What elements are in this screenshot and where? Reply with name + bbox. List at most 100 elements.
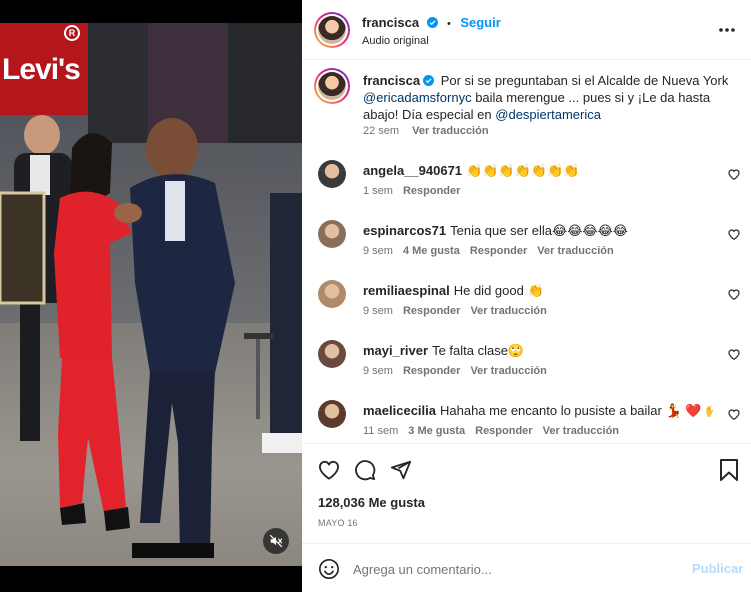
like-button[interactable] bbox=[316, 457, 342, 483]
comment-username[interactable]: angela__940671 bbox=[363, 163, 462, 178]
author-info: francisca • Seguir Audio original bbox=[362, 14, 501, 47]
reply-button[interactable]: Responder bbox=[403, 365, 460, 377]
reply-button[interactable]: Responder bbox=[403, 305, 460, 317]
comment-time[interactable]: 9 sem bbox=[363, 365, 393, 377]
comment-username[interactable]: maelicecilia bbox=[363, 403, 436, 418]
comment-username[interactable]: espinarcos71 bbox=[363, 223, 446, 238]
comment-like-button[interactable] bbox=[726, 166, 742, 182]
share-icon bbox=[390, 460, 412, 480]
heart-icon bbox=[728, 348, 740, 360]
comment-text: angela__940671 👏👏👏👏👏👏👏 bbox=[363, 162, 713, 179]
publish-button[interactable]: Publicar bbox=[692, 561, 743, 576]
commenter-avatar[interactable] bbox=[318, 280, 346, 308]
comment-like-button[interactable] bbox=[726, 346, 742, 362]
commenter-avatar[interactable] bbox=[318, 400, 346, 428]
comment-row: angela__940671 👏👏👏👏👏👏👏 1 sem Responder bbox=[302, 158, 751, 214]
comments-list[interactable]: francisca Por si se preguntaban si el Al… bbox=[302, 60, 751, 443]
sign-mark: R bbox=[64, 25, 80, 41]
comment-username[interactable]: remiliaespinal bbox=[363, 283, 450, 298]
comment-icon bbox=[355, 460, 376, 481]
video-player[interactable]: Levi's R bbox=[0, 23, 302, 566]
post-actions: 128,036 Me gusta MAYO 16 bbox=[302, 443, 751, 543]
comment-text: mayi_river Te falta clase🙄 bbox=[363, 342, 713, 359]
caption: francisca Por si se preguntaban si el Al… bbox=[302, 60, 751, 150]
more-options-icon bbox=[719, 28, 735, 32]
sign-text: Levi's bbox=[2, 53, 81, 86]
commenter-avatar[interactable] bbox=[318, 160, 346, 188]
comment-time[interactable]: 11 sem bbox=[363, 425, 398, 437]
verified-badge-icon bbox=[423, 75, 435, 86]
comment-meta: 1 sem Responder bbox=[363, 185, 470, 197]
post-date[interactable]: MAYO 16 bbox=[318, 518, 358, 528]
comment-like-button[interactable] bbox=[726, 406, 742, 422]
save-button[interactable] bbox=[716, 457, 742, 483]
mute-button[interactable] bbox=[263, 528, 289, 554]
heart-icon bbox=[728, 228, 740, 240]
caption-translate-link[interactable]: Ver traducción bbox=[412, 125, 488, 137]
heart-icon bbox=[728, 168, 740, 180]
reply-button[interactable]: Responder bbox=[403, 185, 460, 197]
comment-time[interactable]: 9 sem bbox=[363, 305, 393, 317]
likes-count[interactable]: 128,036 Me gusta bbox=[318, 495, 425, 510]
comment-row: espinarcos71 Tenia que ser ella😂😂😂😂😂 9 sem… bbox=[302, 218, 751, 274]
comment-likes[interactable]: 3 Me gusta bbox=[408, 425, 465, 437]
levis-sign: Levi's R bbox=[0, 23, 88, 115]
comment-text: remiliaespinal He did good 👏 bbox=[363, 282, 713, 299]
comment-composer: Publicar bbox=[302, 543, 751, 592]
comment-text: espinarcos71 Tenia que ser ella😂😂😂😂😂 bbox=[363, 222, 713, 239]
caption-author[interactable]: francisca bbox=[363, 73, 420, 88]
comment-time[interactable]: 1 sem bbox=[363, 185, 393, 197]
translate-link[interactable]: Ver traducción bbox=[543, 425, 619, 437]
comment-meta: 11 sem 3 Me gusta Responder Ver traducción bbox=[363, 425, 629, 437]
comment-likes[interactable]: 4 Me gusta bbox=[403, 245, 460, 257]
audio-label[interactable]: Audio original bbox=[362, 35, 501, 47]
comment-like-button[interactable] bbox=[726, 286, 742, 302]
comment-body: He did good 👏 bbox=[453, 283, 544, 298]
heart-icon bbox=[728, 408, 740, 420]
emoji-button[interactable] bbox=[317, 557, 341, 581]
emoji-icon bbox=[319, 559, 339, 579]
comment-meta: 9 sem Responder Ver traducción bbox=[363, 305, 557, 317]
caption-line-2: baila merengue ... pues si y ¡Le da hast… bbox=[471, 90, 711, 105]
comment-body: Tenia que ser ella😂😂😂😂😂 bbox=[450, 223, 628, 238]
comment-body: Te falta clase🙄 bbox=[432, 343, 525, 358]
comment-username[interactable]: mayi_river bbox=[363, 343, 428, 358]
comment-time[interactable]: 9 sem bbox=[363, 245, 393, 257]
caption-line-3: abajo! Día especial en bbox=[363, 107, 496, 122]
post-header: francisca • Seguir Audio original bbox=[302, 0, 751, 60]
comment-meta: 9 sem Responder Ver traducción bbox=[363, 365, 557, 377]
commenter-avatar[interactable] bbox=[318, 340, 346, 368]
author-avatar[interactable] bbox=[314, 12, 350, 48]
caption-avatar[interactable] bbox=[314, 68, 350, 104]
commenter-avatar[interactable] bbox=[318, 220, 346, 248]
comment-like-button[interactable] bbox=[726, 226, 742, 242]
more-options-button[interactable] bbox=[716, 20, 738, 40]
caption-text: francisca Por si se preguntaban si el Al… bbox=[363, 72, 743, 123]
translate-link[interactable]: Ver traducción bbox=[537, 245, 613, 257]
share-button[interactable] bbox=[388, 457, 414, 483]
comment-body: 👏👏👏👏👏👏👏 bbox=[466, 163, 580, 178]
caption-time[interactable]: 22 sem bbox=[363, 125, 399, 137]
dancing-couple-illustration bbox=[0, 115, 302, 558]
post-details-panel: francisca • Seguir Audio original franci… bbox=[302, 0, 751, 592]
comment-input[interactable] bbox=[353, 558, 673, 580]
comment-text: maelicecilia Hahaha me encanto lo pusiste… bbox=[363, 402, 713, 419]
heart-icon bbox=[728, 288, 740, 300]
comment-row: mayi_river Te falta clase🙄 9 sem Responder V… bbox=[302, 338, 751, 394]
author-username[interactable]: francisca bbox=[362, 15, 419, 30]
translate-link[interactable]: Ver traducción bbox=[470, 365, 546, 377]
reply-button[interactable]: Responder bbox=[475, 425, 532, 437]
caption-mention-link-2[interactable]: @despiertamerica bbox=[495, 107, 601, 122]
comment-row: remiliaespinal He did good 👏 9 sem Responde… bbox=[302, 278, 751, 334]
translate-link[interactable]: Ver traducción bbox=[470, 305, 546, 317]
follow-separator: • bbox=[447, 18, 451, 30]
bookmark-icon bbox=[720, 459, 738, 481]
comment-row: maelicecilia Hahaha me encanto lo pusiste… bbox=[302, 398, 751, 443]
heart-icon bbox=[318, 460, 340, 480]
reply-button[interactable]: Responder bbox=[470, 245, 527, 257]
comment-button[interactable] bbox=[352, 457, 378, 483]
speaker-muted-icon bbox=[269, 534, 283, 548]
follow-button[interactable]: Seguir bbox=[460, 15, 500, 30]
comment-meta: 9 sem 4 Me gusta Responder Ver traducción bbox=[363, 245, 624, 257]
caption-mention-link[interactable]: @ericadamsfornyc bbox=[363, 90, 472, 105]
